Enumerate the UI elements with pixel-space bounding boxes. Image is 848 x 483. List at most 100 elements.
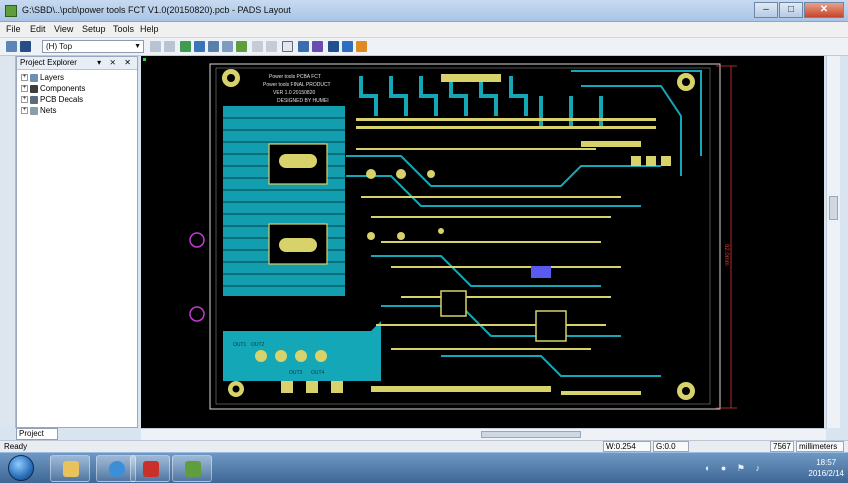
pcb-canvas[interactable]: 92.0mm Power tools PCBA FCT Power tools … [141,56,824,428]
expand-icon[interactable]: + [21,74,28,82]
menu-help[interactable]: Help [140,24,159,34]
menu-setup[interactable]: Setup [82,24,106,34]
pdf-icon [143,461,159,477]
board-label-out2: OUT2 [251,342,265,348]
left-dock-strip [0,56,16,428]
expand-icon[interactable]: + [21,85,28,93]
window-icon[interactable] [342,41,353,52]
tree-item-components[interactable]: + Components [17,84,137,95]
status-width: W:0.254 [603,441,651,452]
route-icon[interactable] [150,41,161,52]
tree-item-label: Nets [40,106,57,115]
menu-bar: File Edit View Setup Tools Help [0,22,848,38]
minimize-button[interactable]: – [754,2,778,18]
relay-2-slot [279,238,317,252]
explorer-title: Project Explorer [20,58,77,67]
pour-icon[interactable] [236,41,247,52]
tree-item-label: Layers [40,73,65,82]
menu-tools[interactable]: Tools [113,24,134,34]
tree-item-layers[interactable]: + Layers [17,73,137,84]
relay-1-slot [279,154,317,168]
folder-icon [63,461,79,477]
open-icon[interactable] [6,41,17,52]
start-button[interactable] [8,455,34,481]
ic-chip-selected [531,266,551,278]
decal-icon[interactable] [180,41,191,52]
explorer-header: Project Explorer ▾ ⨯ ✕ [17,57,137,70]
decals-icon [30,95,38,104]
search-icon[interactable] [282,41,293,52]
scroll-thumb[interactable] [481,431,581,438]
chevron-down-icon: ▼ [134,43,141,50]
close-button[interactable]: ✕ [804,2,844,18]
maximize-button[interactable]: □ [779,2,803,18]
pads-icon [185,461,201,477]
clock-time: 18:57 [816,458,837,467]
taskbar: ◐ ● ⚑ ♪ 18:57 2016/2/14 [0,452,848,483]
browser-icon [109,461,125,477]
status-grid: G:0.0 [653,441,689,452]
window-controls: – □ ✕ [754,2,844,18]
board-label-out4: OUT4 [311,370,325,376]
explorer-controls[interactable]: ▾ ⨯ ✕ [97,58,134,67]
taskbar-pdf[interactable] [130,455,170,482]
ic-chip [440,290,467,317]
status-coordinate: 7567 [770,441,794,452]
design-icon[interactable] [164,41,175,52]
layer-select-value: (H) Top [46,42,73,51]
title-bar: G:\SBD\..\pcb\power tools FCT V1.0(20150… [0,0,848,22]
nets-icon [30,106,38,115]
tree-item-pcb-decals[interactable]: + PCB Decals [17,95,137,106]
ecco-icon[interactable] [222,41,233,52]
pads-app-icon [5,5,17,17]
origin-marker [143,58,146,61]
status-units: millimeters [796,441,844,452]
window-title: G:\SBD\..\pcb\power tools FCT V1.0(20150… [22,5,291,15]
menu-file[interactable]: File [6,24,21,34]
silk-text-2: Power tools FINAL PRODUCT [263,82,331,88]
menu-view[interactable]: View [54,24,73,34]
verify-icon[interactable] [298,41,309,52]
clock[interactable]: 18:57 2016/2/14 [808,457,844,479]
status-bar: Ready W:0.254 G:0.0 7567 millimeters [0,440,848,452]
assign-icon[interactable] [312,41,323,52]
connector-marker [189,232,205,248]
report-icon[interactable] [356,41,367,52]
undo-icon[interactable] [252,41,263,52]
expand-icon[interactable]: + [21,96,28,104]
horizontal-scrollbar[interactable] [141,428,826,440]
dimension-icon[interactable] [208,41,219,52]
board-label-out3: OUT3 [289,370,303,376]
tree-item-label: Components [40,84,86,93]
board-label-out1: OUT1 [233,342,247,348]
clock-date: 2016/2/14 [808,469,844,478]
tab-project[interactable]: Project [16,428,58,440]
dimension-label: 92.0mm [723,244,729,266]
connector-marker [189,306,205,322]
pcb-board-drawing: 92.0mm Power tools PCBA FCT Power tools … [143,58,737,410]
layer-select[interactable]: (H) Top ▼ [42,40,144,53]
redo-icon[interactable] [266,41,277,52]
silk-text-3: VER 1.0 20150820 [273,90,315,96]
tab-project-label: Project [19,429,44,438]
tree-item-label: PCB Decals [40,95,84,104]
signal-traces [346,70,702,377]
silk-text-4: DESIGNED BY HUMEI [277,98,329,104]
scroll-thumb[interactable] [829,196,838,220]
expand-icon[interactable]: + [21,107,28,115]
toolbar: (H) Top ▼ [0,38,848,56]
silk-text-1: Power tools PCBA FCT [269,74,321,80]
components-icon [30,84,38,93]
view-icon[interactable] [328,41,339,52]
save-icon[interactable] [20,41,31,52]
tree-item-nets[interactable]: + Nets [17,106,137,117]
project-explorer: Project Explorer ▾ ⨯ ✕ + Layers + Componen… [16,56,138,428]
drafting-icon[interactable] [194,41,205,52]
menu-edit[interactable]: Edit [30,24,46,34]
layers-icon [30,73,38,82]
vertical-scrollbar[interactable] [826,56,840,428]
taskbar-explorer[interactable] [50,455,90,482]
system-tray-icons[interactable]: ◐ ● ⚑ ♪ [705,463,764,474]
ic-chip [535,310,567,342]
taskbar-pads[interactable] [172,455,212,482]
